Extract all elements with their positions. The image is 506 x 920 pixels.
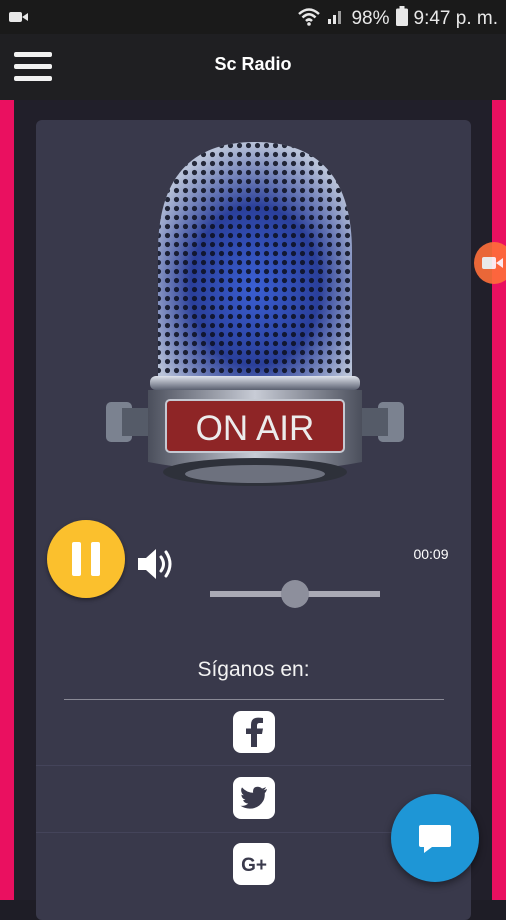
screen-recorder-bubble[interactable]	[474, 242, 506, 284]
video-record-icon	[8, 9, 30, 30]
clock: 9:47 p. m.	[413, 8, 499, 29]
on-air-label: ON AIR	[196, 409, 315, 448]
signal-icon	[327, 7, 345, 31]
left-accent-strip	[0, 100, 14, 900]
elapsed-time: 00:09	[413, 546, 449, 562]
status-bar: 98% 9:47 p. m.	[0, 0, 506, 34]
battery-icon	[395, 6, 408, 32]
twitter-button[interactable]	[233, 777, 275, 819]
divider	[36, 765, 471, 766]
page-title: Sc Radio	[214, 54, 292, 74]
google-plus-button[interactable]: G+	[233, 843, 275, 885]
facebook-icon	[246, 717, 263, 747]
svg-text:G+: G+	[241, 855, 267, 876]
google-plus-icon: G+	[241, 855, 267, 876]
pause-button[interactable]	[47, 520, 125, 598]
volume-icon[interactable]	[136, 545, 180, 583]
follow-us-heading: Síganos en:	[197, 658, 310, 681]
battery-percent: 98%	[351, 8, 390, 29]
camera-icon	[482, 257, 503, 269]
follow-divider	[64, 699, 444, 700]
wifi-icon	[297, 6, 321, 32]
facebook-button[interactable]	[233, 711, 275, 753]
on-air-microphone-image: ON AIR	[106, 142, 404, 486]
seek-slider-thumb[interactable]	[281, 580, 309, 608]
right-accent-strip	[492, 100, 506, 900]
app-bar: Sc Radio	[0, 34, 506, 102]
twitter-icon	[240, 786, 267, 809]
chat-fab-button[interactable]	[391, 794, 479, 882]
chat-bubble-icon	[419, 825, 451, 853]
